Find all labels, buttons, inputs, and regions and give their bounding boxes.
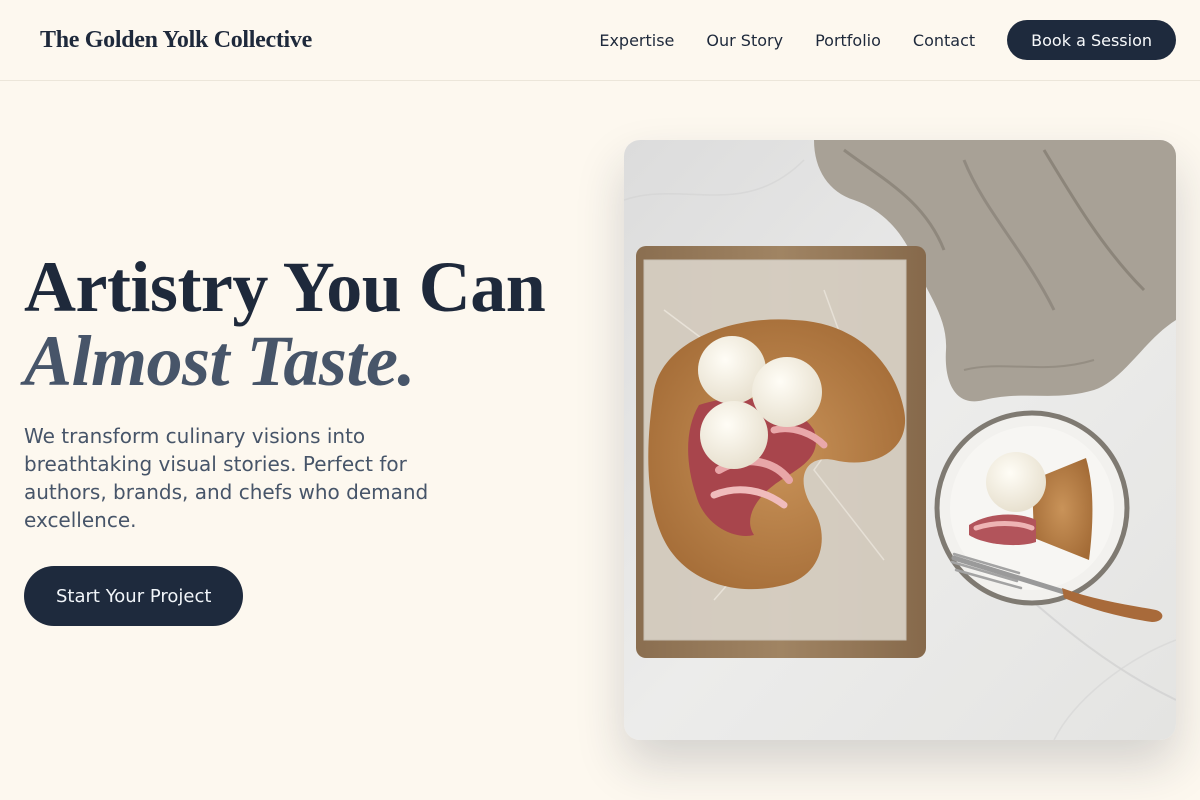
brand-logo[interactable]: The Golden Yolk Collective — [40, 26, 312, 54]
hero-title-line1: Artistry You Can — [24, 247, 546, 327]
book-session-button[interactable]: Book a Session — [1007, 20, 1176, 60]
start-project-button[interactable]: Start Your Project — [24, 566, 244, 626]
hero-title: Artistry You Can Almost Taste. — [24, 247, 546, 401]
hero-description: We transform culinary visions into breat… — [24, 424, 429, 532]
nav-link-expertise[interactable]: Expertise — [599, 31, 674, 50]
site-header: The Golden Yolk Collective Expertise Our… — [0, 0, 1200, 81]
nav-link-contact[interactable]: Contact — [913, 31, 975, 50]
landing-page: The Golden Yolk Collective Expertise Our… — [0, 0, 1200, 800]
hero-food-photo — [624, 140, 1176, 740]
nav-link-portfolio[interactable]: Portfolio — [815, 31, 881, 50]
nav-link-our-story[interactable]: Our Story — [706, 31, 783, 50]
hero-title-line2: Almost Taste. — [24, 321, 415, 401]
main-nav: Expertise Our Story Portfolio Contact Bo… — [599, 20, 1176, 60]
